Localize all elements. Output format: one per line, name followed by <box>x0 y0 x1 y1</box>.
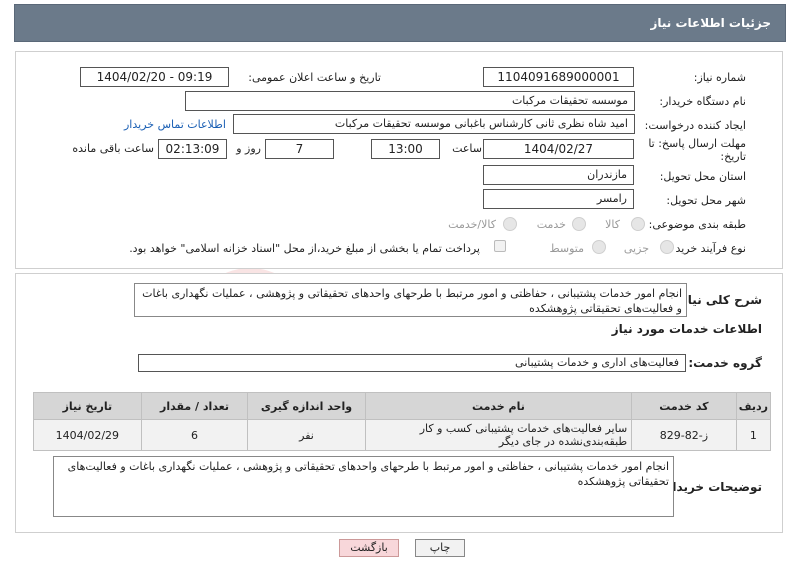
col-service-code: کد خدمت <box>631 392 737 420</box>
need-number-field: 1104091689000001 <box>483 67 634 87</box>
treasury-checkbox[interactable] <box>494 240 506 252</box>
deadline-date-field: 1404/02/27 <box>483 139 634 159</box>
summary-textarea[interactable]: انجام امور خدمات پشتیبانی ، حفاظتی و امو… <box>134 283 687 317</box>
creator-label: ایجاد کننده درخواست: <box>644 119 746 132</box>
process-radio-medium[interactable] <box>592 240 606 254</box>
remaining-label: ساعت باقی مانده <box>72 142 154 155</box>
treasury-note: پرداخت تمام یا بخشی از مبلغ خرید،از محل … <box>129 242 480 255</box>
print-button[interactable]: چاپ <box>415 539 465 557</box>
service-group-label: گروه خدمت: <box>688 356 762 370</box>
remaining-days-field: 7 <box>265 139 334 159</box>
page-header: جزئیات اطلاعات نیاز <box>14 4 786 42</box>
deadline-time-label: ساعت <box>452 142 482 155</box>
cell-need-date: 1404/02/29 <box>33 419 142 451</box>
col-unit: واحد اندازه گیری <box>247 392 366 420</box>
deadline-label-date: تاریخ: <box>720 150 746 163</box>
creator-field: امید شاه نظری ثانی کارشناس باغبانی موسسه… <box>233 114 635 134</box>
services-table: ردیف کد خدمت نام خدمت واحد اندازه گیری ت… <box>33 392 772 451</box>
table-header-row: ردیف کد خدمت نام خدمت واحد اندازه گیری ت… <box>33 392 772 420</box>
process-option-medium: متوسط <box>549 242 584 255</box>
buyer-notes-textarea[interactable]: انجام امور خدمات پشتیبانی ، حفاظتی و امو… <box>53 456 674 517</box>
buyer-contact-link[interactable]: اطلاعات تماس خریدار <box>124 118 226 131</box>
category-radio-goods[interactable] <box>631 217 645 231</box>
category-radio-goods-service[interactable] <box>503 217 517 231</box>
services-section-title: اطلاعات خدمات مورد نیاز <box>611 322 762 336</box>
col-quantity: تعداد / مقدار <box>140 392 249 420</box>
category-label: طبقه بندی موضوعی: <box>648 218 746 231</box>
need-number-label: شماره نیاز: <box>693 71 746 84</box>
service-group-field: فعالیت‌های اداری و خدمات پشتیبانی <box>138 354 686 372</box>
category-option-service: خدمت <box>536 218 566 231</box>
announce-datetime-field: 1404/02/20 - 09:19 <box>80 67 229 87</box>
announce-datetime-label: تاریخ و ساعت اعلان عمومی: <box>248 71 381 84</box>
cell-service-name: سایر فعالیت‌های خدمات پشتیبانی کسب و کار… <box>364 419 633 451</box>
buyer-org-label: نام دستگاه خریدار: <box>659 95 746 108</box>
page-title: جزئیات اطلاعات نیاز <box>650 16 771 30</box>
category-option-goods-service: کالا/خدمت <box>448 218 496 231</box>
city-label: شهر محل تحویل: <box>666 194 746 207</box>
buyer-org-field: موسسه تحقیقات مرکبات <box>185 91 635 111</box>
days-label: روز و <box>236 142 261 155</box>
process-label: نوع فرآیند خرید : <box>668 242 746 255</box>
col-need-date: تاریخ نیاز <box>33 392 142 420</box>
cell-row-number: 1 <box>735 419 772 451</box>
process-option-minor: جزیی <box>623 242 649 255</box>
col-service-name: نام خدمت <box>364 392 633 420</box>
category-radio-service[interactable] <box>572 217 586 231</box>
city-field: رامسر <box>483 189 634 209</box>
buyer-notes-label: توضیحات خریدار: <box>660 480 762 494</box>
deadline-label: مهلت ارسال پاسخ: تا <box>648 137 746 150</box>
cell-unit: نفر <box>247 419 366 451</box>
category-option-goods: کالا <box>605 218 620 231</box>
province-field: مازندران <box>483 165 634 185</box>
process-radio-minor[interactable] <box>660 240 674 254</box>
province-label: استان محل تحویل: <box>659 170 746 183</box>
summary-label: شرح کلی نیاز: <box>676 293 762 307</box>
cell-quantity: 6 <box>140 419 249 451</box>
cell-service-code: ز-82-829 <box>631 419 737 451</box>
remaining-time-field: 02:13:09 <box>158 139 227 159</box>
table-row: 1 ز-82-829 سایر فعالیت‌های خدمات پشتیبان… <box>33 419 772 451</box>
col-row-number: ردیف <box>735 392 772 420</box>
back-button[interactable]: بازگشت <box>339 539 399 557</box>
deadline-time-field: 13:00 <box>371 139 440 159</box>
